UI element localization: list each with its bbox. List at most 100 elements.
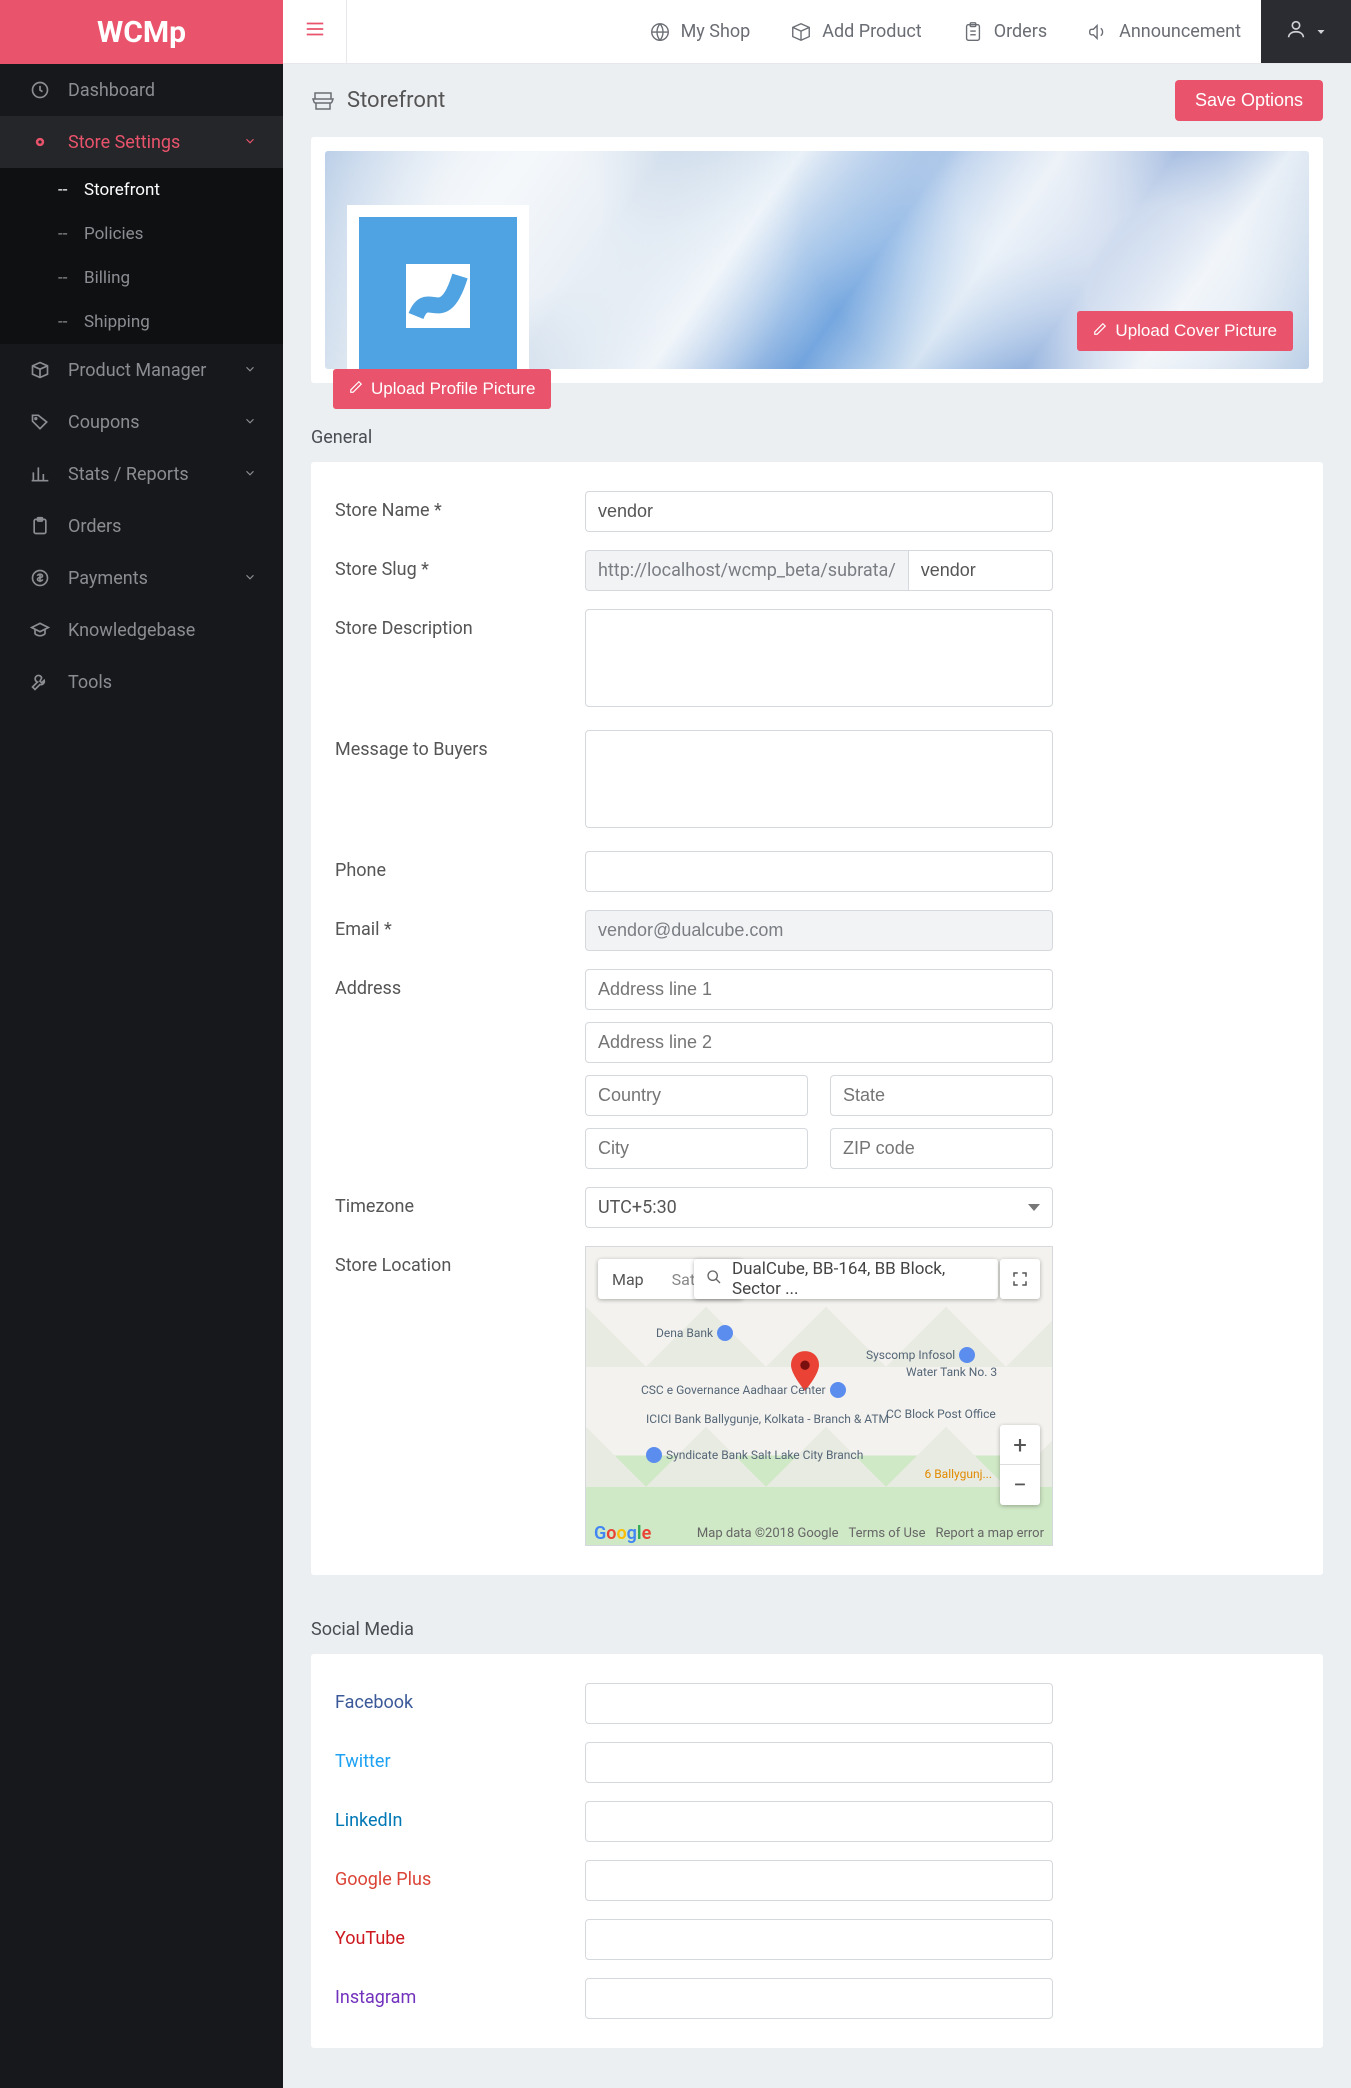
twitter-label[interactable]: Twitter bbox=[335, 1751, 391, 1772]
topnav-orders[interactable]: Orders bbox=[942, 0, 1067, 63]
youtube-label[interactable]: YouTube bbox=[335, 1928, 405, 1949]
map-poi: Syndicate Bank Salt Lake City Branch bbox=[646, 1447, 863, 1463]
wrench-icon bbox=[26, 671, 54, 693]
email-input[interactable] bbox=[585, 910, 1053, 951]
nav-product-manager[interactable]: Product Manager bbox=[0, 344, 283, 396]
topnav-my-shop[interactable]: My Shop bbox=[629, 0, 771, 63]
subnav-shipping[interactable]: Shipping bbox=[0, 300, 283, 344]
map-search[interactable]: DualCube, BB-164, BB Block, Sector ... bbox=[694, 1259, 998, 1299]
twitter-input[interactable] bbox=[585, 1742, 1053, 1783]
label-phone: Phone bbox=[335, 851, 585, 892]
brand-logo[interactable]: WCMp bbox=[0, 0, 283, 64]
user-menu[interactable] bbox=[1261, 0, 1351, 63]
map-fullscreen[interactable] bbox=[1000, 1259, 1040, 1299]
nav-orders[interactable]: Orders bbox=[0, 500, 283, 552]
google-plus-label[interactable]: Google Plus bbox=[335, 1869, 431, 1890]
storefront-icon bbox=[311, 89, 335, 113]
map-poi: Water Tank No. 3 bbox=[906, 1365, 997, 1379]
map-zoom-out[interactable]: − bbox=[1000, 1465, 1040, 1505]
label-location: Store Location bbox=[335, 1246, 585, 1546]
store-name-input[interactable] bbox=[585, 491, 1053, 532]
facebook-input[interactable] bbox=[585, 1683, 1053, 1724]
phone-input[interactable] bbox=[585, 851, 1053, 892]
pencil-icon bbox=[1093, 321, 1107, 341]
gear-icon bbox=[26, 131, 54, 153]
nav-tools[interactable]: Tools bbox=[0, 656, 283, 708]
map-terms-link[interactable]: Terms of Use bbox=[849, 1526, 926, 1541]
map-zoom: + − bbox=[1000, 1425, 1040, 1505]
google-plus-input[interactable] bbox=[585, 1860, 1053, 1901]
page-title: Storefront bbox=[347, 88, 445, 113]
store-slug-input[interactable] bbox=[908, 550, 1053, 591]
upload-profile-button[interactable]: Upload Profile Picture bbox=[333, 369, 551, 409]
store-settings-submenu: Storefront Policies Billing Shipping bbox=[0, 168, 283, 344]
state-input[interactable] bbox=[830, 1075, 1053, 1116]
chevron-down-icon bbox=[243, 464, 257, 485]
store-desc-input[interactable] bbox=[585, 609, 1053, 707]
msg-buyers-input[interactable] bbox=[585, 730, 1053, 828]
topnav-add-product[interactable]: Add Product bbox=[770, 0, 941, 63]
label-store-desc: Store Description bbox=[335, 609, 585, 712]
country-input[interactable] bbox=[585, 1075, 808, 1116]
graduation-icon bbox=[26, 619, 54, 641]
facebook-label[interactable]: Facebook bbox=[335, 1692, 413, 1713]
city-input[interactable] bbox=[585, 1128, 808, 1169]
map-poi: Dena Bank bbox=[656, 1325, 733, 1341]
menu-toggle[interactable] bbox=[283, 0, 347, 64]
hamburger-icon bbox=[302, 18, 328, 45]
upload-cover-button[interactable]: Upload Cover Picture bbox=[1077, 311, 1293, 351]
dollar-icon bbox=[26, 567, 54, 589]
linkedin-label[interactable]: LinkedIn bbox=[335, 1810, 403, 1831]
address1-input[interactable] bbox=[585, 969, 1053, 1010]
map-report-link[interactable]: Report a map error bbox=[935, 1526, 1044, 1541]
clipboard-icon bbox=[962, 21, 984, 43]
instagram-label[interactable]: Instagram bbox=[335, 1987, 416, 2008]
caret-down-icon bbox=[1028, 1204, 1040, 1211]
instagram-input[interactable] bbox=[585, 1978, 1053, 2019]
subnav-storefront[interactable]: Storefront bbox=[0, 168, 283, 212]
map-poi: CSC e Governance Aadhaar Center bbox=[641, 1382, 846, 1398]
map-poi: Syscomp Infosol bbox=[866, 1347, 975, 1363]
search-icon bbox=[706, 1269, 722, 1290]
zip-input[interactable] bbox=[830, 1128, 1053, 1169]
topnav: My Shop Add Product Orders Announcement bbox=[629, 0, 1351, 63]
label-store-name: Store Name * bbox=[335, 491, 585, 532]
address2-input[interactable] bbox=[585, 1022, 1053, 1063]
label-address: Address bbox=[335, 969, 585, 1169]
map-zoom-in[interactable]: + bbox=[1000, 1425, 1040, 1465]
google-logo: Google bbox=[594, 1523, 651, 1544]
megaphone-icon bbox=[1087, 21, 1109, 43]
map-poi: 6 Ballygunj... bbox=[924, 1467, 992, 1481]
nav-dashboard[interactable]: Dashboard bbox=[0, 64, 283, 116]
cube-icon bbox=[790, 21, 812, 43]
clipboard-icon bbox=[26, 515, 54, 537]
label-timezone: Timezone bbox=[335, 1187, 585, 1228]
nav-knowledgebase[interactable]: Knowledgebase bbox=[0, 604, 283, 656]
label-store-slug: Store Slug * bbox=[335, 550, 585, 591]
nav-stats[interactable]: Stats / Reports bbox=[0, 448, 283, 500]
sidebar: WCMp Dashboard Store Settings Storefront… bbox=[0, 0, 283, 2088]
linkedin-input[interactable] bbox=[585, 1801, 1053, 1842]
subnav-billing[interactable]: Billing bbox=[0, 256, 283, 300]
youtube-input[interactable] bbox=[585, 1919, 1053, 1960]
nav-payments[interactable]: Payments bbox=[0, 552, 283, 604]
chevron-down-icon bbox=[243, 568, 257, 589]
map-type-map[interactable]: Map bbox=[598, 1259, 658, 1299]
save-button[interactable]: Save Options bbox=[1175, 80, 1323, 121]
user-icon bbox=[1285, 18, 1307, 45]
map-poi: ICICI Bank Ballygunje, Kolkata - Branch … bbox=[646, 1412, 889, 1426]
nav-coupons[interactable]: Coupons bbox=[0, 396, 283, 448]
timezone-select[interactable]: UTC+5:30 bbox=[585, 1187, 1053, 1228]
topnav-announcement[interactable]: Announcement bbox=[1067, 0, 1261, 63]
caret-down-icon bbox=[1315, 20, 1327, 43]
chevron-down-icon bbox=[243, 412, 257, 433]
map[interactable]: Map Satellite DualCube, BB-164, BB Block… bbox=[585, 1246, 1053, 1546]
subnav-policies[interactable]: Policies bbox=[0, 212, 283, 256]
cover-image: Upload Cover Picture bbox=[325, 151, 1309, 369]
dashboard-icon bbox=[26, 79, 54, 101]
topbar: My Shop Add Product Orders Announcement bbox=[283, 0, 1351, 64]
box-icon bbox=[26, 359, 54, 381]
main: My Shop Add Product Orders Announcement bbox=[283, 0, 1351, 2088]
nav-store-settings[interactable]: Store Settings bbox=[0, 116, 283, 168]
map-footer: Google Map data ©2018 Google Terms of Us… bbox=[586, 1521, 1052, 1545]
